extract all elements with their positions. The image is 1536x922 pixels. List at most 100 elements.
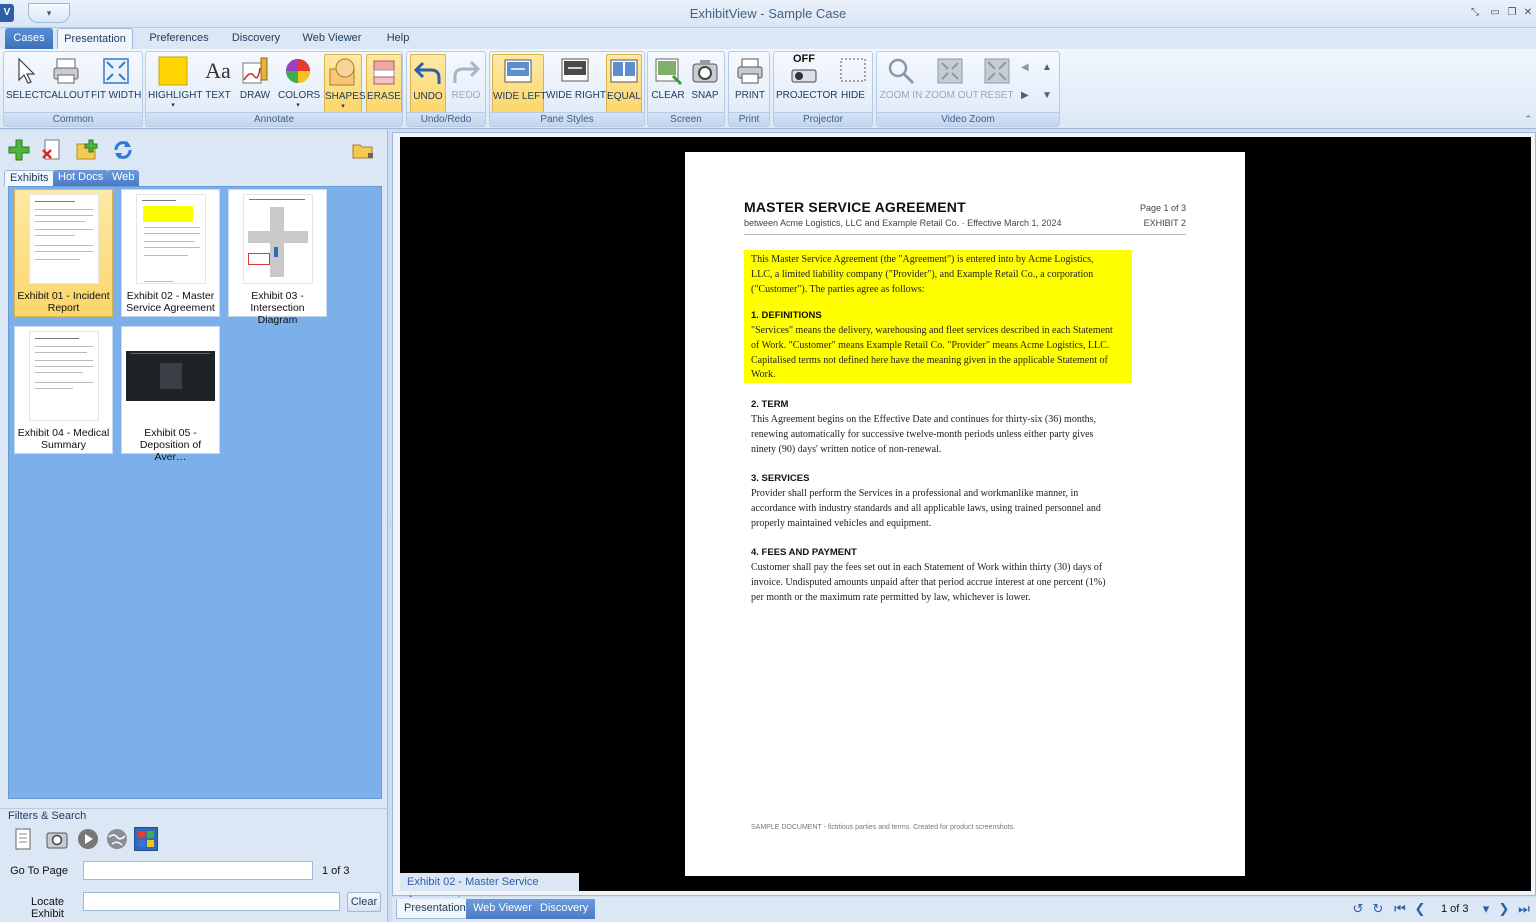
group-label-common: Common xyxy=(4,112,142,126)
exhibit-page-preview xyxy=(243,194,313,284)
select-button[interactable]: SELECT xyxy=(6,54,45,114)
camera-icon xyxy=(690,56,720,86)
title-bar: V ▾ ExhibitView - Sample Case ⤡ ▭ ❐ ✕ xyxy=(0,0,1536,28)
globe-filter-icon[interactable] xyxy=(105,827,129,851)
previous-page-icon[interactable]: ❮ xyxy=(1412,901,1428,917)
play-filter-icon[interactable] xyxy=(76,827,100,851)
restore-window-icon[interactable]: ⤡ xyxy=(1467,6,1483,20)
open-folder-icon[interactable] xyxy=(351,138,375,162)
exhibit-thumbnail[interactable]: Exhibit 05 - Deposition of Aver… xyxy=(121,326,220,463)
exhibit-thumbnail[interactable]: Exhibit 01 - Incident Report xyxy=(14,189,113,317)
snap-button[interactable]: SNAP xyxy=(688,54,722,114)
rotate-left-icon[interactable]: ↺ xyxy=(1350,901,1366,917)
clear-screen-button[interactable]: CLEAR xyxy=(650,54,686,114)
clear-screen-icon xyxy=(653,56,683,86)
first-page-icon[interactable]: ⏮ xyxy=(1392,901,1408,917)
maximize-button[interactable]: ❐ xyxy=(1504,6,1520,20)
next-page-icon[interactable]: ❯ xyxy=(1496,901,1512,917)
tab-presentation[interactable]: Presentation xyxy=(57,28,133,50)
new-hot-doc-icon[interactable] xyxy=(74,138,98,162)
group-label-screen: Screen xyxy=(648,112,724,126)
group-label-undo-redo: Undo/Redo xyxy=(407,112,485,126)
exhibit-thumbnail[interactable]: Exhibit 04 - Medical Summary xyxy=(14,326,113,454)
wide-left-button[interactable]: WIDE LEFT xyxy=(492,54,546,114)
pan-up-icon[interactable]: ▲ xyxy=(1042,62,1052,73)
section-body: Customer shall pay the fees set out in e… xyxy=(751,562,1106,603)
ribbon-tab-row: Cases Presentation Preferences Discovery… xyxy=(0,28,1536,50)
eraser-icon xyxy=(369,57,399,87)
group-video-zoom: ZOOM IN ZOOM OUT RESET ◀ ▲ ▶ ▼ Video Zoo… xyxy=(876,51,1060,127)
page-count: 1 of 3 xyxy=(322,865,350,877)
text-button[interactable]: Aa TEXT xyxy=(201,54,235,114)
projector-icon: OFF xyxy=(789,53,819,86)
page-dropdown-icon[interactable]: ▾ xyxy=(1478,901,1494,917)
pan-left-icon[interactable]: ◀ xyxy=(1021,62,1029,73)
presentation-viewer[interactable]: MASTER SERVICE AGREEMENT between Acme Lo… xyxy=(400,137,1531,891)
zoom-out-button[interactable]: ZOOM OUT xyxy=(925,54,979,114)
rotate-right-icon[interactable]: ↻ xyxy=(1370,901,1386,917)
tab-hot-docs[interactable]: Hot Docs xyxy=(53,170,109,186)
erase-button[interactable]: ERASE xyxy=(366,54,402,114)
tab-preferences[interactable]: Preferences xyxy=(143,28,215,50)
pan-down-icon[interactable]: ▼ xyxy=(1042,90,1052,101)
close-button[interactable]: ✕ xyxy=(1520,6,1536,20)
tab-web-viewer-bottom[interactable]: Web Viewer xyxy=(466,899,539,919)
pane-equal-icon xyxy=(609,57,639,87)
tab-exhibits[interactable]: Exhibits xyxy=(4,170,55,186)
tab-help[interactable]: Help xyxy=(378,28,418,50)
group-undo-redo: UNDO REDO Undo/Redo xyxy=(406,51,486,127)
wide-right-button[interactable]: WIDE RIGHT xyxy=(546,54,606,114)
equal-button[interactable]: EQUAL xyxy=(606,54,642,114)
ribbon: SELECT CALLOUT FIT WIDTH Common HIGHLIGH… xyxy=(0,49,1536,129)
exhibit-page-preview xyxy=(136,194,206,284)
refresh-icon[interactable] xyxy=(111,138,135,162)
print-button[interactable]: PRINT xyxy=(732,54,768,114)
section-body: "Services" means the delivery, warehousi… xyxy=(751,325,1113,381)
camera-filter-icon[interactable] xyxy=(45,827,69,851)
tab-web-viewer[interactable]: Web Viewer xyxy=(297,28,367,50)
section-heading: 3. SERVICES xyxy=(751,473,810,484)
highlight-button[interactable]: HIGHLIGHT ▾ xyxy=(148,54,202,114)
hide-button[interactable]: HIDE xyxy=(836,54,870,114)
minimize-button[interactable]: ▭ xyxy=(1487,6,1503,20)
tab-web[interactable]: Web xyxy=(107,170,140,186)
projector-button[interactable]: OFF PROJECTOR xyxy=(776,53,838,114)
colors-button[interactable]: COLORS ▾ xyxy=(278,54,320,114)
fit-width-button[interactable]: FIT WIDTH xyxy=(91,54,141,114)
cursor-icon xyxy=(8,56,38,86)
callout-button[interactable]: CALLOUT xyxy=(44,54,90,114)
all-types-filter-icon[interactable] xyxy=(134,827,158,851)
tab-cases[interactable]: Cases xyxy=(5,28,53,50)
exhibit-thumbnail[interactable]: Exhibit 03 - Intersection Diagram xyxy=(228,189,327,326)
locate-exhibit-input[interactable] xyxy=(83,892,340,911)
add-exhibit-icon[interactable] xyxy=(7,138,31,162)
collapse-ribbon-icon[interactable]: ⌃ xyxy=(1524,114,1532,125)
reset-zoom-button[interactable]: RESET xyxy=(977,54,1017,114)
divider xyxy=(0,808,388,809)
last-page-icon[interactable]: ⏭ xyxy=(1516,901,1532,917)
page-count-bottom: 1 of 3 xyxy=(1441,903,1469,915)
pencil-icon xyxy=(240,56,270,86)
highlight-swatch-icon xyxy=(158,56,188,86)
shapes-button[interactable]: SHAPES ▾ xyxy=(324,54,366,114)
zoom-in-button[interactable]: ZOOM IN xyxy=(879,54,923,114)
go-to-page-input[interactable] xyxy=(83,861,313,880)
chevron-down-icon: ▾ xyxy=(171,102,175,109)
tab-discovery[interactable]: Discovery xyxy=(223,28,289,50)
document-filter-icon[interactable] xyxy=(11,827,35,851)
exhibit-thumbnail[interactable]: Exhibit 02 - Master Service Agreement xyxy=(121,189,220,317)
group-print: PRINT Print xyxy=(728,51,770,127)
section-body: This Agreement begins on the Effective D… xyxy=(751,414,1097,455)
divider xyxy=(744,234,1186,235)
pan-right-icon[interactable]: ▶ xyxy=(1021,90,1029,101)
tab-discovery-bottom[interactable]: Discovery xyxy=(533,899,596,919)
redo-button[interactable]: REDO xyxy=(449,54,483,114)
draw-button[interactable]: DRAW xyxy=(238,54,272,114)
undo-button[interactable]: UNDO xyxy=(410,54,446,114)
exhibit-label: Exhibit 01 - Incident Report xyxy=(17,290,110,314)
delete-exhibit-icon[interactable] xyxy=(40,138,64,162)
zoom-out-icon xyxy=(935,56,965,86)
hide-icon xyxy=(838,56,868,86)
clear-button[interactable]: Clear xyxy=(347,892,381,912)
tab-presentation-bottom[interactable]: Presentation xyxy=(396,899,474,919)
